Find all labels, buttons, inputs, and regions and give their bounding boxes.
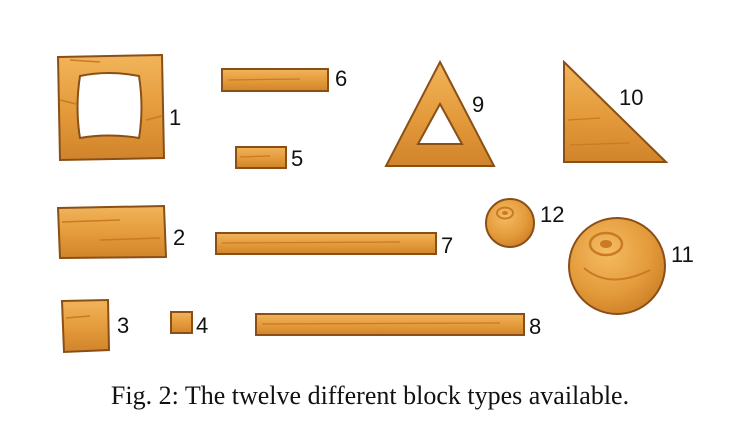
block-4-tiny-square xyxy=(170,311,193,334)
block-3-small-square xyxy=(60,298,111,354)
block-9-label: 9 xyxy=(472,92,484,117)
block-11-label: 11 xyxy=(671,242,694,267)
figure-caption: Fig. 2: The twelve different block types… xyxy=(110,381,630,410)
block-8-label: 8 xyxy=(529,314,541,339)
block-12-label: 12 xyxy=(540,202,564,227)
block-2-label: 2 xyxy=(173,225,185,250)
block-7-long-bar xyxy=(215,232,437,255)
block-4-label: 4 xyxy=(196,313,208,338)
block-6-label: 6 xyxy=(335,66,347,91)
block-1-square-frame xyxy=(56,53,166,162)
block-12-small-circle xyxy=(485,198,535,248)
block-10-label: 10 xyxy=(619,85,643,110)
block-6-medium-bar xyxy=(221,68,329,92)
block-8-long-bar xyxy=(255,313,525,336)
block-types-figure: 1 2 3 4 5 6 7 8 9 10 11 12 xyxy=(56,53,694,354)
block-3-label: 3 xyxy=(117,313,129,338)
block-2-large-rectangle xyxy=(56,204,168,260)
block-11-large-circle xyxy=(568,217,666,315)
block-7-label: 7 xyxy=(441,233,453,258)
block-5-short-bar xyxy=(235,146,287,169)
block-1-label: 1 xyxy=(169,105,181,130)
block-10-right-triangle xyxy=(563,59,669,163)
block-5-label: 5 xyxy=(291,146,303,171)
